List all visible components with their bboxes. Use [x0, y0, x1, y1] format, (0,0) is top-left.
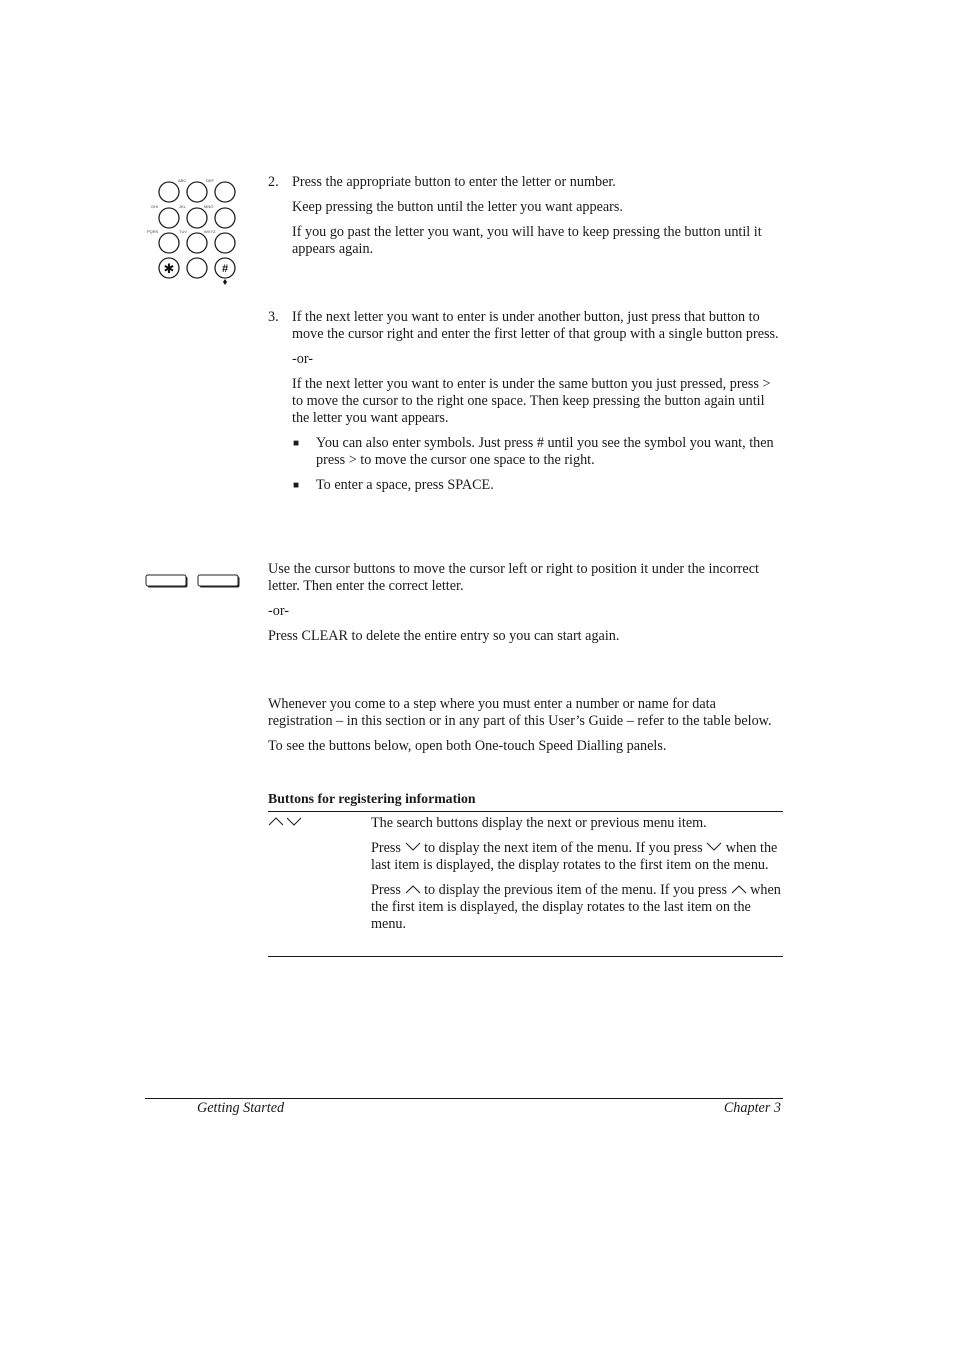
up-chevron-icon — [268, 817, 284, 826]
cursor-keys-illustration — [145, 574, 241, 590]
keypad-label-abc: ABC — [178, 178, 186, 183]
keypad-icon: ABC DEF GHI JKL MNO PQRS TUV WXYZ ✱ # — [147, 178, 236, 285]
keypad-label-wxyz: WXYZ — [204, 229, 216, 234]
table-desc-2: Press to display the next item of the me… — [371, 840, 783, 874]
keypad-label-pqrs: PQRS — [147, 229, 159, 234]
keypad-label-def: DEF — [206, 178, 215, 183]
star-key-icon: ✱ — [164, 262, 175, 277]
bullet-text: You can also enter symbols. Just press #… — [316, 435, 774, 468]
keypad-label-mno: MNO — [204, 204, 213, 209]
step-2-line-3: If you go past the letter you want, you … — [292, 224, 762, 257]
footer-rule — [145, 1098, 783, 1099]
correction-section: Use the cursor buttons to move the curso… — [268, 561, 784, 653]
bullet-text: To enter a space, press SPACE. — [316, 477, 494, 493]
down-chevron-icon — [286, 817, 302, 826]
step-3-para-1: If the next letter you want to enter is … — [292, 309, 779, 342]
down-chevron-icon — [405, 842, 420, 851]
footer-chapter: Chapter 3 — [723, 1100, 781, 1116]
step-3-or: -or- — [292, 351, 313, 367]
bullet-item: ■ To enter a space, press SPACE. — [292, 477, 782, 494]
up-chevron-icon — [405, 885, 420, 894]
keypad-label-ghi: GHI — [151, 204, 158, 209]
correction-para-1: Use the cursor buttons to move the curso… — [268, 561, 759, 594]
footer-section-title: Getting Started — [197, 1100, 285, 1116]
down-chevron-icon — [706, 842, 722, 851]
up-chevron-icon — [731, 885, 747, 894]
registration-section: Whenever you come to a step where you mu… — [268, 696, 784, 763]
correction-para-2: Press CLEAR to delete the entire entry s… — [268, 628, 620, 644]
bullet-item: ■ You can also enter symbols. Just press… — [292, 435, 782, 469]
table-description-cell: The search buttons display the next or p… — [371, 815, 783, 941]
keypad-label-tuv: TUV — [179, 229, 187, 234]
desc-text: Press — [371, 882, 405, 898]
correction-or: -or- — [268, 603, 289, 619]
registration-para-1: Whenever you come to a step where you mu… — [268, 696, 772, 729]
step-2-line-1: Press the appropriate button to enter th… — [292, 174, 616, 190]
table-desc-3: Press to display the previous item of th… — [371, 882, 783, 933]
step-number: 3. — [268, 309, 279, 325]
table-bottom-rule — [268, 956, 783, 957]
keypad-label-jkl: JKL — [179, 204, 187, 209]
step-3-para-2: If the next letter you want to enter is … — [292, 376, 771, 426]
table-button-cell — [268, 815, 358, 832]
desc-text: Press — [371, 840, 405, 856]
keypad-illustration: ABC DEF GHI JKL MNO PQRS TUV WXYZ ✱ # — [146, 176, 242, 288]
bullet-square-icon: ■ — [293, 480, 300, 491]
bullet-square-icon: ■ — [293, 438, 300, 449]
hash-key-icon: # — [222, 263, 228, 275]
desc-text: to display the next item of the menu. If… — [420, 840, 707, 856]
table-top-rule — [268, 811, 783, 812]
cursor-right-key-icon — [197, 574, 240, 588]
desc-text: to display the previous item of the menu… — [420, 882, 731, 898]
diamond-marker-icon — [223, 279, 227, 285]
step-2-line-2: Keep pressing the button until the lette… — [292, 199, 623, 215]
table-desc-1: The search buttons display the next or p… — [371, 815, 707, 831]
registration-para-2: To see the buttons below, open both One-… — [268, 738, 667, 754]
cursor-left-key-icon — [145, 574, 188, 588]
step-number: 2. — [268, 174, 279, 190]
table-title: Buttons for registering information — [268, 791, 476, 806]
